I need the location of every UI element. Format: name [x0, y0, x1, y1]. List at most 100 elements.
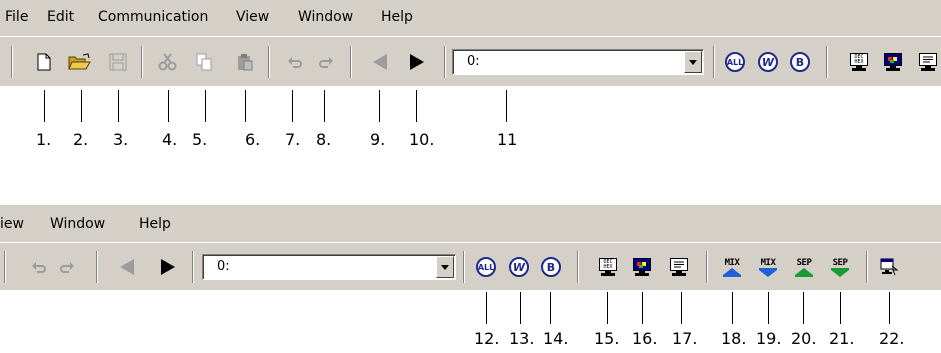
callout-line [840, 292, 841, 324]
all-button[interactable]: ALL [473, 254, 499, 280]
toolbar-separator [866, 251, 868, 283]
callout-number: 6. [245, 130, 261, 149]
callout-line [379, 90, 380, 122]
sep-up-button[interactable]: SEP [791, 254, 817, 280]
cut-button[interactable] [155, 49, 181, 75]
forward-arrow-icon [161, 259, 175, 275]
w-button[interactable]: W [506, 254, 532, 280]
address-combobox[interactable]: 0: [202, 254, 456, 280]
menu-help[interactable]: Help [381, 9, 413, 25]
b-button[interactable]: B [538, 254, 564, 280]
undo-button[interactable] [26, 254, 52, 280]
callout-number: 1. [36, 130, 52, 149]
menu-help[interactable]: Help [139, 216, 171, 232]
redo-button[interactable] [313, 49, 339, 75]
menu-bar-partial: iew Window Help [0, 205, 941, 242]
toolbar-separator [350, 46, 352, 78]
sep-up-icon: SEP [795, 258, 813, 277]
callout-number: 20. [791, 329, 817, 348]
menu-window[interactable]: Window [298, 9, 353, 25]
window-arrange-button[interactable] [876, 254, 902, 280]
text-display-button[interactable] [915, 49, 941, 75]
callout-number: 4. [162, 130, 178, 149]
copy-button[interactable] [191, 49, 217, 75]
callout-line [486, 292, 487, 324]
menu-communication[interactable]: Communication [98, 9, 208, 25]
menu-window[interactable]: Window [50, 216, 105, 232]
callout-line [768, 292, 769, 324]
toolbar-separator [713, 46, 715, 78]
chevron-down-icon [689, 59, 697, 65]
callout-line [506, 90, 507, 122]
text-display-button[interactable] [666, 254, 692, 280]
all-button[interactable]: ALL [722, 49, 748, 75]
copy-icon [196, 53, 212, 71]
menu-view[interactable]: iew [0, 216, 24, 232]
paste-button[interactable] [232, 49, 258, 75]
dec-hex-monitor-icon: DEC HEX [849, 53, 869, 71]
combo-dropdown-button[interactable] [436, 256, 454, 278]
callout-number: 14. [543, 329, 569, 348]
address-value: 0: [467, 54, 480, 69]
toolbar-separator [268, 46, 270, 78]
callout-number: 3. [113, 130, 129, 149]
toolbar-bottom: 0: ALL W B DEC HEX MIX MIX SEP SEP [0, 242, 941, 290]
callout-line [681, 292, 682, 324]
dec-hex-button[interactable]: DEC HEX [595, 254, 621, 280]
cut-icon [158, 53, 177, 71]
callout-line [81, 90, 82, 122]
w-button[interactable]: W [755, 49, 781, 75]
callout-number: 12. [474, 329, 500, 348]
callout-number: 11 [497, 130, 518, 149]
color-monitor-icon [883, 53, 903, 71]
w-icon: W [509, 257, 529, 277]
callout-line [118, 90, 119, 122]
combo-dropdown-button[interactable] [684, 51, 702, 73]
open-button[interactable] [67, 49, 93, 75]
callout-line [292, 90, 293, 122]
new-file-button[interactable] [31, 49, 57, 75]
back-button[interactable] [114, 254, 140, 280]
menu-view[interactable]: View [236, 9, 269, 25]
forward-button[interactable] [404, 49, 430, 75]
callout-line [44, 90, 45, 122]
toolbar-separator [463, 251, 465, 283]
callout-number: 17. [672, 329, 698, 348]
text-monitor-icon [669, 258, 689, 276]
undo-button[interactable] [282, 49, 308, 75]
b-button[interactable]: B [787, 49, 813, 75]
mix-up-button[interactable]: MIX [719, 254, 745, 280]
menu-file[interactable]: File [5, 9, 28, 25]
mix-up-icon: MIX [723, 258, 741, 277]
callout-number: 22. [879, 329, 905, 348]
toolbar-separator [192, 251, 194, 283]
undo-icon [32, 262, 46, 273]
open-folder-icon [68, 53, 91, 70]
w-icon: W [758, 52, 778, 72]
sep-down-button[interactable]: SEP [827, 254, 853, 280]
address-combobox[interactable]: 0: [452, 49, 704, 75]
back-button[interactable] [367, 49, 393, 75]
color-display-button[interactable] [880, 49, 906, 75]
menu-edit[interactable]: Edit [47, 9, 74, 25]
toolbar-separator [577, 251, 579, 283]
callout-line [416, 90, 417, 122]
save-button[interactable] [105, 49, 131, 75]
chevron-down-icon [441, 264, 449, 270]
color-display-button[interactable] [629, 254, 655, 280]
save-icon [109, 53, 127, 71]
window-arrange-icon [880, 258, 899, 276]
callout-line [642, 292, 643, 324]
callout-line [889, 292, 890, 324]
callout-number: 10. [409, 130, 435, 149]
back-arrow-icon [373, 54, 387, 70]
callout-number: 15. [594, 329, 620, 348]
dec-hex-button[interactable]: DEC HEX [846, 49, 872, 75]
mix-down-button[interactable]: MIX [755, 254, 781, 280]
forward-button[interactable] [155, 254, 181, 280]
redo-icon [319, 57, 333, 68]
forward-arrow-icon [410, 54, 424, 70]
sep-down-icon: SEP [831, 258, 849, 277]
redo-button[interactable] [54, 254, 80, 280]
paste-icon [238, 54, 253, 71]
